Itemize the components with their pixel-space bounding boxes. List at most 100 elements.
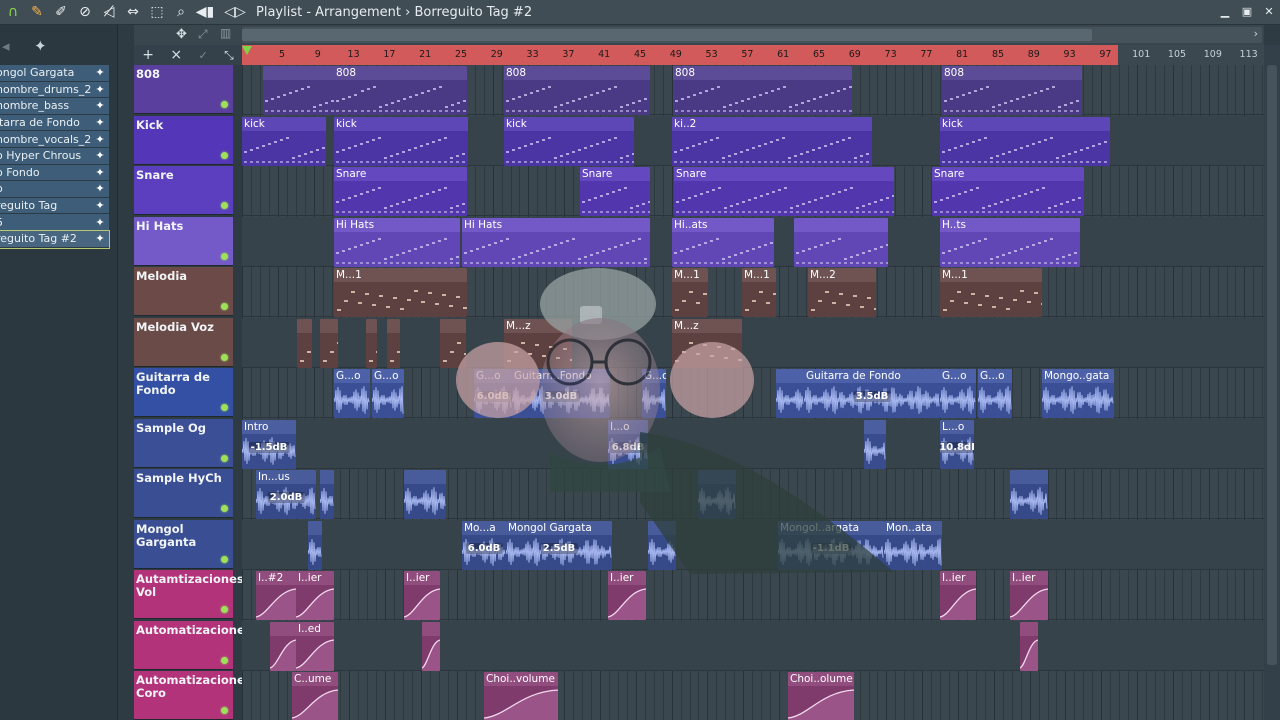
pencil-icon[interactable]: ✎ [26,1,48,23]
clip-audio[interactable]: Mongo..gata [1042,369,1114,418]
clip-auto[interactable] [270,621,296,671]
clip-audio[interactable]: G...o 6.0dB [474,369,512,418]
expand-icon[interactable]: ⤡ [224,48,234,63]
arrangement-grid[interactable]: 808 808 808 808 kick kick kick ki..2 kick Snare Sn… [242,65,1264,720]
clip-auto[interactable]: Choi..olume [788,672,854,720]
track-lane[interactable] [242,620,1264,671]
clip-audio[interactable]: L...o -10.8dB [940,419,974,469]
clip-audio[interactable] [308,520,322,570]
clip-notes[interactable]: M...1 [672,268,708,317]
track-lane[interactable] [242,469,1264,519]
playhead-marker[interactable] [242,46,252,55]
clip-pattern[interactable]: Hi Hats [334,217,460,267]
picker-item[interactable]: reguito Tag #2 ✦ [0,229,110,249]
track-header[interactable]: Melodia [134,267,233,316]
playlist-overview[interactable]: › [242,27,1262,43]
track-header[interactable]: 808 [134,65,233,114]
picker-item[interactable]: nombre_vocals_2 ✦ [0,131,109,148]
clip-pattern[interactable] [794,217,888,267]
track-enable-led[interactable] [221,101,228,108]
track-lane[interactable] [242,671,1264,720]
paint-icon[interactable]: ✐ [50,1,72,23]
waveform-icon[interactable]: ✦ [34,37,47,55]
track-header[interactable]: Mongol Garganta [134,519,233,569]
track-enable-led[interactable] [221,606,228,613]
clip-pattern[interactable]: ki..2 [672,116,872,166]
pencil-small-icon[interactable]: ✓ [199,49,208,62]
clip-notes[interactable]: M...1 [940,268,1042,317]
track-header[interactable]: Snare [134,166,233,215]
clip-notes[interactable]: M...z [672,318,742,368]
clip-audio[interactable]: I...o 6.8dB [608,419,648,469]
clip-audio[interactable] [1010,470,1048,519]
clip-auto[interactable]: I..ier [940,571,976,620]
current-pattern[interactable]: Borreguito Tag #2 [414,5,532,20]
track-enable-led[interactable] [221,404,228,411]
track-header[interactable]: Automatizaciones Coro [134,671,252,720]
track-enable-led[interactable] [221,303,228,310]
clip-auto[interactable]: C..ume [292,672,338,720]
clip-audio[interactable] [320,470,334,519]
track-enable-led[interactable] [221,252,228,260]
slip-icon[interactable]: ⇔ [122,1,144,23]
clip-pattern[interactable]: kick [334,116,468,166]
clip-pattern[interactable]: kick [504,116,634,166]
overview-thumb[interactable] [242,29,1092,41]
clip-notes[interactable]: M...2 [808,268,876,317]
clip-pattern[interactable] [263,66,467,115]
clip-audio[interactable]: G...o [940,369,976,418]
headphones-icon[interactable]: ∩ [2,1,24,23]
maximize-icon[interactable]: ▣ [1240,2,1254,20]
clip-audio[interactable] [864,419,886,469]
track-enable-led[interactable] [221,151,228,159]
track-header[interactable]: Sample Og [134,418,233,468]
clip-auto[interactable]: Choi..volume [484,672,558,720]
vertical-scrollbar[interactable] [1264,45,1280,720]
track-header[interactable]: Guitarra de Fondo [134,368,233,417]
clip-pattern[interactable]: Snare [932,167,1084,216]
zoom-icon[interactable]: ⌕ [170,1,192,23]
clip-auto[interactable]: I..ier [608,571,646,620]
clip-audio[interactable]: G...o [642,369,666,418]
clip-pattern[interactable]: H..ts [940,217,1080,267]
track-enable-led[interactable] [221,505,228,512]
scrollbar-thumb[interactable] [1267,65,1277,665]
clip-notes[interactable] [387,318,400,368]
track-enable-led[interactable] [221,454,228,462]
picker-item[interactable]: nombre_drums_2 ✦ [0,81,109,99]
track-enable-led[interactable] [221,707,228,714]
select-icon[interactable]: ⬚ [146,1,168,23]
stamp-icon[interactable]: ▥ [220,26,231,40]
track-header[interactable]: Autamtizaciones Vol [134,570,244,619]
link-icon[interactable]: ⤢ [198,27,208,42]
track-enable-led[interactable] [221,555,228,563]
track-lane[interactable] [242,519,1264,570]
track-lane[interactable] [242,570,1264,620]
snap-icon[interactable]: ◂ [2,37,10,55]
clip-notes[interactable]: M...1 [334,268,467,317]
clip-audio[interactable]: Guitarra de Fondo 3.5dB [804,369,940,418]
chevron-right-icon[interactable]: › [1254,27,1258,40]
clip-pattern[interactable]: kick [940,116,1110,166]
minimize-icon[interactable]: ▁ [1218,2,1232,20]
close-track-icon[interactable]: × [170,47,182,63]
picker-item[interactable]: 5✦ [0,214,109,231]
clip-pattern[interactable]: 808 [504,66,650,115]
track-enable-led[interactable] [221,353,228,361]
move-icon[interactable]: ✥ [176,27,187,42]
picker-item[interactable]: o Hyper Chrous ✦ [0,147,109,165]
add-track-icon[interactable]: + [142,47,154,63]
track-header[interactable]: Kick [134,115,233,165]
clip-pattern[interactable]: Hi..ats [672,217,774,267]
clip-auto[interactable]: I..ier [296,571,334,620]
clip-auto[interactable] [422,621,440,671]
picker-item[interactable]: reguito Tag ✦ [0,197,109,215]
track-header[interactable]: Hi Hats [134,216,233,266]
clip-auto[interactable]: I..ed [296,621,334,671]
clip-notes[interactable] [366,318,377,368]
picker-item[interactable]: itarra de Fondo ✦ [0,114,109,132]
clip-pattern[interactable]: 808 [334,66,360,115]
picker-item[interactable]: nombre_bass ✦ [0,98,109,115]
clip-pattern[interactable]: Snare [674,167,894,216]
track-lane[interactable] [242,418,1264,469]
